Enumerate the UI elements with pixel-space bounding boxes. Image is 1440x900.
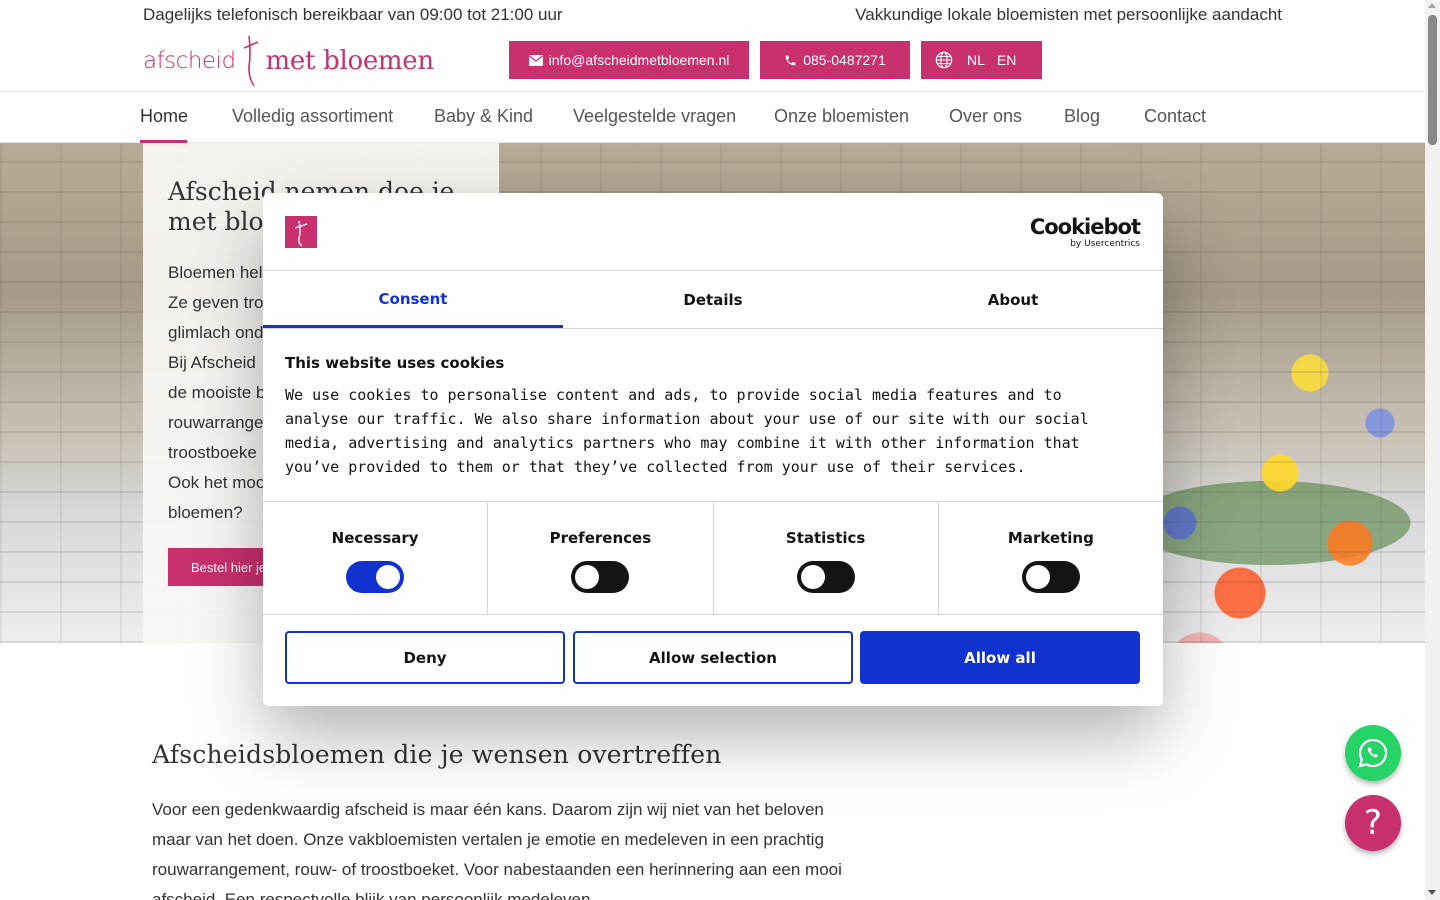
- cookiebot-logo[interactable]: Cookiebot by Usercentrics: [1029, 215, 1141, 250]
- language-switcher[interactable]: NL EN: [921, 41, 1042, 79]
- tab-about[interactable]: About: [863, 272, 1163, 328]
- logo-cross-icon: [243, 35, 258, 87]
- phone-button[interactable]: 085-0487271: [760, 41, 910, 79]
- category-label: Statistics: [785, 529, 866, 547]
- category-label: Necessary: [331, 529, 419, 547]
- cookiebot-wordmark: Cookiebot: [1029, 215, 1141, 239]
- whatsapp-button[interactable]: [1345, 725, 1401, 781]
- nav-item-contact[interactable]: Contact: [1144, 106, 1206, 127]
- body-line: maar van het doen. Onze vakbloemisten ve…: [152, 830, 824, 849]
- cookiebot-byline: by Usercentrics: [1070, 239, 1140, 249]
- logo-cross-icon: [294, 220, 308, 247]
- nav-item-home[interactable]: Home: [140, 106, 188, 127]
- envelope-icon: [528, 54, 543, 66]
- category-label: Preferences: [549, 529, 652, 547]
- nav-item-bloemisten[interactable]: Onze bloemisten: [774, 106, 909, 127]
- email-button[interactable]: info@afscheidmetbloemen.nl: [509, 41, 749, 79]
- site-logo[interactable]: afscheid met bloemen: [143, 34, 434, 88]
- site-header: afscheid met bloemen info@afscheidmetblo…: [0, 32, 1425, 92]
- category-marketing: Marketing: [939, 502, 1163, 614]
- cookie-title: This website uses cookies: [285, 354, 505, 372]
- nav-item-faq[interactable]: Veelgestelde vragen: [573, 106, 736, 127]
- scroll-up-icon[interactable]: [1428, 3, 1436, 8]
- nav-item-blog[interactable]: Blog: [1064, 106, 1100, 127]
- nav-item-baby-kind[interactable]: Baby & Kind: [434, 106, 533, 127]
- email-label: info@afscheidmetbloemen.nl: [548, 52, 730, 68]
- body-line: rouwarrangement, rouw- of troostboeket. …: [152, 860, 842, 879]
- category-preferences: Preferences: [488, 502, 714, 614]
- cookie-consent-dialog: Cookiebot by Usercentrics Consent Detail…: [263, 193, 1163, 706]
- opening-hours-text: Dagelijks telefonisch bereikbaar van 09:…: [143, 5, 563, 24]
- nav-item-assortiment[interactable]: Volledig assortiment: [232, 106, 393, 127]
- site-brand-icon: [285, 216, 317, 248]
- toggle-knob: [800, 565, 825, 589]
- allow-selection-button[interactable]: Allow selection: [573, 631, 853, 684]
- body-line: afscheid. Een respectvolle blijk van per…: [152, 890, 596, 900]
- globe-icon: [935, 51, 953, 69]
- preferences-toggle[interactable]: [571, 561, 630, 593]
- toggle-knob: [376, 565, 401, 589]
- marketing-toggle[interactable]: [1021, 561, 1080, 593]
- deny-button[interactable]: Deny: [285, 631, 565, 684]
- language-en[interactable]: EN: [997, 52, 1016, 68]
- logo-word-met-bloemen: met bloemen: [265, 46, 435, 76]
- tagline-text: Vakkundige lokale bloemisten met persoon…: [855, 5, 1282, 24]
- category-necessary: Necessary: [263, 502, 489, 614]
- scroll-down-icon[interactable]: [1428, 890, 1436, 895]
- main-navigation: Home Volledig assortiment Baby & Kind Ve…: [0, 92, 1425, 143]
- necessary-toggle[interactable]: [346, 561, 405, 593]
- toggle-knob: [1025, 565, 1050, 589]
- help-button[interactable]: ?: [1345, 795, 1401, 851]
- phone-label: 085-0487271: [803, 52, 886, 68]
- cookie-dialog-header: Cookiebot by Usercentrics: [263, 193, 1163, 271]
- allow-all-button[interactable]: Allow all: [860, 631, 1140, 684]
- nav-item-over-ons[interactable]: Over ons: [949, 106, 1022, 127]
- cookie-categories: Necessary Preferences Statistics Marketi…: [263, 501, 1163, 615]
- body-line: Voor een gedenkwaardig afscheid is maar …: [152, 800, 824, 819]
- question-icon: ?: [1363, 803, 1383, 843]
- page-scrollbar[interactable]: [1425, 0, 1440, 900]
- tab-details[interactable]: Details: [563, 272, 863, 328]
- language-nl[interactable]: NL: [967, 52, 985, 68]
- statistics-toggle[interactable]: [796, 561, 855, 593]
- tab-consent[interactable]: Consent: [263, 272, 563, 328]
- toggle-knob: [575, 565, 600, 589]
- category-label: Marketing: [1007, 529, 1094, 547]
- logo-word-afscheid: afscheid: [143, 48, 236, 74]
- whatsapp-icon: [1358, 738, 1388, 768]
- section-body: Voor een gedenkwaardig afscheid is maar …: [152, 795, 882, 900]
- category-statistics: Statistics: [714, 502, 939, 614]
- top-bar: Dagelijks telefonisch bereikbaar van 09:…: [0, 0, 1425, 32]
- section-heading: Afscheidsbloemen die je wensen overtreff…: [152, 740, 722, 769]
- cookie-tabs: Consent Details About: [263, 272, 1163, 329]
- scroll-thumb[interactable]: [1428, 15, 1437, 145]
- cookie-description: We use cookies to personalise content an…: [285, 386, 1089, 476]
- phone-icon: [785, 55, 796, 65]
